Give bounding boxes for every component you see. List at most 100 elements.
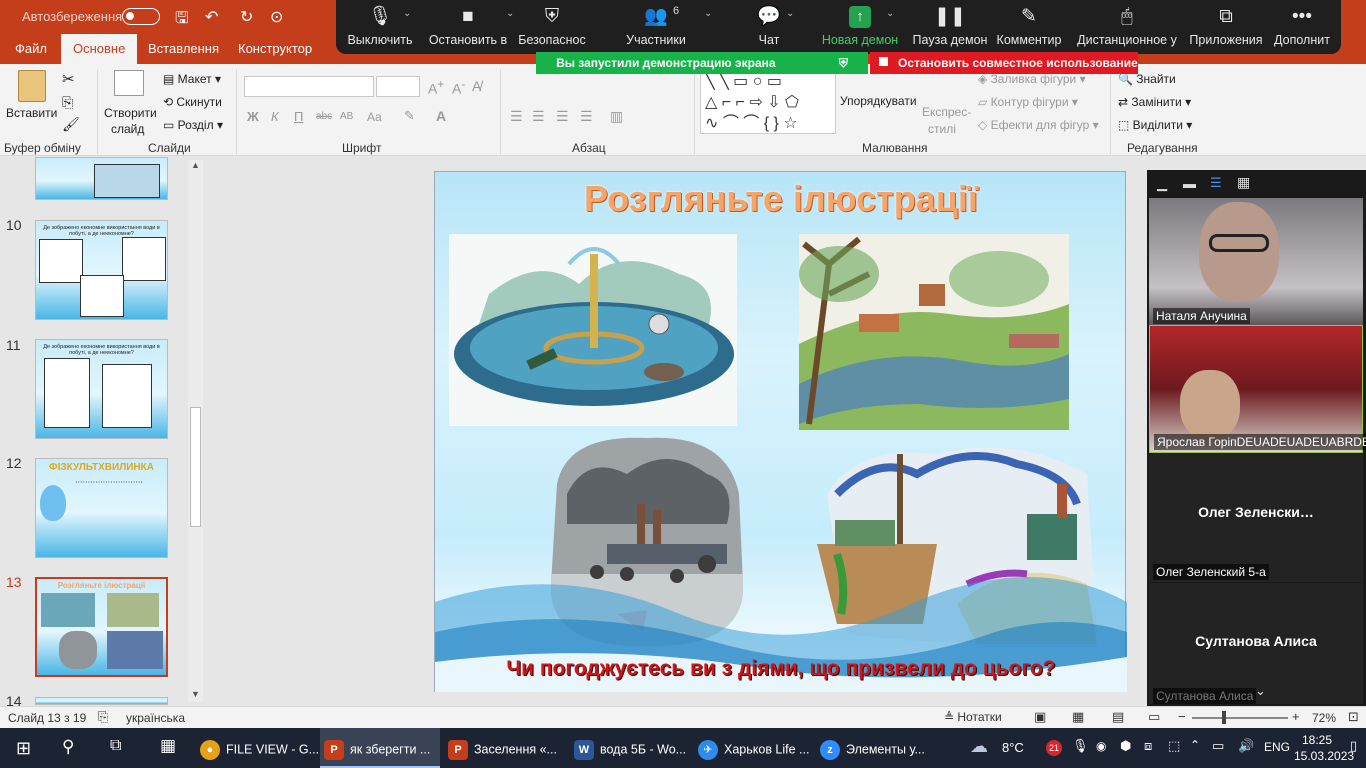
align-right-icon[interactable]: ☰ <box>556 108 569 125</box>
zoom-in-icon[interactable]: + <box>1292 709 1300 724</box>
slide-sorter-icon[interactable]: ▦ <box>1072 709 1084 725</box>
tab-design[interactable]: Конструктор <box>238 41 312 56</box>
zoom-slider[interactable] <box>1192 717 1288 719</box>
highlight-icon[interactable]: ✎ <box>404 108 415 124</box>
shape-outline-button[interactable]: ▱ Контур фігури ▾ <box>978 95 1078 109</box>
microphone-tray-icon[interactable]: 🎙 <box>1072 738 1089 754</box>
strip-view-icon[interactable]: ☰ <box>1210 175 1222 191</box>
security-button[interactable]: ⛨ Безопаснос <box>516 0 588 54</box>
shrink-font-icon[interactable]: A- <box>452 78 465 97</box>
apps-button[interactable]: ⧉ Приложения <box>1188 0 1264 54</box>
participants-button[interactable]: 👥 Участники <box>618 0 694 54</box>
more-button[interactable]: ••• Дополнит <box>1270 0 1334 54</box>
quick-styles-button-line2[interactable]: стилі <box>928 122 956 136</box>
stop-share-button[interactable]: Остановить совместное использование <box>870 52 1138 74</box>
thumbnail-slide-12[interactable]: ФІЗКУЛЬТХВИЛИНКА • • • • • • • • • • • •… <box>35 458 168 558</box>
tab-home[interactable]: Основне <box>61 34 138 64</box>
gallery-view-icon[interactable]: ▦ <box>1237 174 1250 191</box>
task-view-icon[interactable]: ⧉ <box>110 737 121 755</box>
copy-icon[interactable]: ⎘ <box>62 94 73 111</box>
clock-date[interactable]: 15.03.2023 <box>1294 749 1354 763</box>
taskbar-item-word[interactable]: Wвода 5Б - Wo... <box>574 728 694 768</box>
tab-file[interactable]: Файл <box>15 41 47 56</box>
justify-icon[interactable]: ☰ <box>580 108 593 125</box>
fit-slide-icon[interactable]: ⊡ <box>1348 709 1359 725</box>
clear-format-icon[interactable]: A̸ <box>472 78 481 94</box>
calculator-icon[interactable]: ▦ <box>160 736 176 756</box>
language-indicator[interactable]: українська <box>126 711 185 725</box>
input-language[interactable]: ENG <box>1264 740 1290 754</box>
new-slide-button[interactable]: Створити <box>104 106 157 120</box>
paste-button[interactable]: Вставити <box>6 106 57 120</box>
slideshow-icon[interactable]: ⊙ <box>270 7 283 27</box>
participant-tile[interactable]: Султанова Алиса Султанова Алиса ⌄ <box>1149 583 1363 704</box>
font-name-input[interactable] <box>244 76 374 97</box>
columns-icon[interactable]: ▥ <box>610 108 623 125</box>
taskbar-item-telegram[interactable]: ✈ Харьков Life ... <box>698 728 816 768</box>
slide-canvas[interactable]: Розгляньте ілюстрації Чи погоджуєтесь ви… <box>434 171 1127 692</box>
slideshow-view-icon[interactable]: ▭ <box>1148 709 1160 725</box>
thumbnail-slide-13[interactable]: Розгляньте ілюстрації <box>35 577 168 677</box>
chevron-down-icon[interactable]: ⌄ <box>1255 683 1266 699</box>
taskbar-item-chrome[interactable]: ● FILE VIEW - G... <box>200 728 319 768</box>
undo-icon[interactable]: ↶ <box>205 7 218 27</box>
bold-button[interactable]: Ж <box>247 109 259 124</box>
normal-view-icon[interactable]: ▣ <box>1034 709 1046 725</box>
clock-time[interactable]: 18:25 <box>1302 733 1332 747</box>
windows-start-icon[interactable]: ⊞ <box>16 738 31 759</box>
shape-effects-button[interactable]: ◇ Ефекти для фігур ▾ <box>978 118 1099 132</box>
format-painter-icon[interactable]: 🖌 <box>62 116 80 133</box>
redo-icon[interactable]: ↻ <box>240 7 253 27</box>
participant-tile[interactable]: Наталя Анучина <box>1149 198 1363 326</box>
notifications-icon[interactable]: ▯ <box>1350 738 1357 754</box>
stop-video-button[interactable]: ■ Остановить в <box>428 0 508 54</box>
thumbnail-slide-9[interactable] <box>35 157 168 200</box>
align-center-icon[interactable]: ☰ <box>532 108 545 125</box>
thumbnail-slide-10[interactable]: Де зображено економне використання води … <box>35 220 168 320</box>
italic-button[interactable]: К <box>271 109 279 124</box>
grow-font-icon[interactable]: A+ <box>428 78 444 97</box>
arrange-button[interactable]: Упорядкувати <box>840 94 917 108</box>
reading-view-icon[interactable]: ▤ <box>1112 709 1124 725</box>
font-color-icon[interactable]: A <box>436 108 446 124</box>
scroll-up-icon[interactable]: ▲ <box>191 160 200 170</box>
layout-button[interactable]: ▤ Макет ▾ <box>163 72 221 86</box>
taskbar-item-zoom[interactable]: z Элементы у... <box>820 728 940 768</box>
tab-insert[interactable]: Вставлення <box>148 41 219 56</box>
thumbnail-slide-11[interactable]: Де зображено економне використання води … <box>35 339 168 439</box>
underline-button[interactable]: П <box>294 109 303 124</box>
case-button[interactable]: Aa <box>367 110 382 124</box>
zoom-level[interactable]: 72% <box>1312 711 1336 725</box>
font-size-input[interactable] <box>376 76 420 97</box>
align-left-icon[interactable]: ☰ <box>510 108 523 125</box>
new-slide-icon[interactable] <box>114 70 144 96</box>
pause-share-button[interactable]: ❚❚ Пауза демон <box>910 0 990 54</box>
section-button[interactable]: ▭ Розділ ▾ <box>163 118 223 132</box>
participant-tile[interactable]: Олег Зеленски… Олег Зеленский 5-а <box>1149 454 1363 582</box>
reset-button[interactable]: ⟲ Скинути <box>163 95 222 109</box>
annotate-button[interactable]: ✎ Комментир <box>994 0 1064 54</box>
paste-icon[interactable] <box>18 70 46 102</box>
taskbar-item-powerpoint-2[interactable]: P Заселення «... <box>448 728 568 768</box>
select-button[interactable]: ⬚ Виділити ▾ <box>1118 118 1192 132</box>
shapes-gallery[interactable]: ╲ ╲ ▭ ○ ▭ △ ⌐ ⌐ ⇨ ⇩ ⬠ ∿ ⌒ ⌒ { } ☆ <box>700 70 836 134</box>
weather-temperature[interactable]: 8°C <box>1002 740 1024 755</box>
weather-icon[interactable]: ☁ <box>970 736 988 757</box>
scroll-down-icon[interactable]: ▼ <box>191 689 200 699</box>
replace-button[interactable]: ⇄ Замінити ▾ <box>1118 95 1191 109</box>
remote-control-button[interactable]: 🖱 Дистанционное у <box>1076 0 1178 54</box>
quick-styles-button[interactable]: Експрес- <box>922 105 971 119</box>
thumbnail-slide-14[interactable] <box>35 697 168 705</box>
notification-badge[interactable]: 21 <box>1046 740 1062 756</box>
single-view-icon[interactable]: ▬ <box>1183 176 1196 191</box>
participant-tile[interactable]: Ярослав ГоріпDEUADEUADEUABRDEUA❤ <box>1149 325 1366 453</box>
app-tray-icon[interactable]: ⬢ <box>1120 738 1131 754</box>
volume-icon[interactable]: 🔊 <box>1238 738 1254 754</box>
taskbar-item-powerpoint-1[interactable]: Pяк зберегти ... <box>320 728 440 768</box>
find-button[interactable]: 🔍 Знайти <box>1118 72 1176 86</box>
zoom-out-icon[interactable]: − <box>1178 709 1186 724</box>
cut-icon[interactable]: ✂ <box>62 70 75 88</box>
spacing-button[interactable]: AB <box>340 111 353 122</box>
zoom-tray-icon[interactable]: ◉ <box>1096 739 1106 753</box>
new-slide-button-line2[interactable]: слайд <box>111 122 144 136</box>
